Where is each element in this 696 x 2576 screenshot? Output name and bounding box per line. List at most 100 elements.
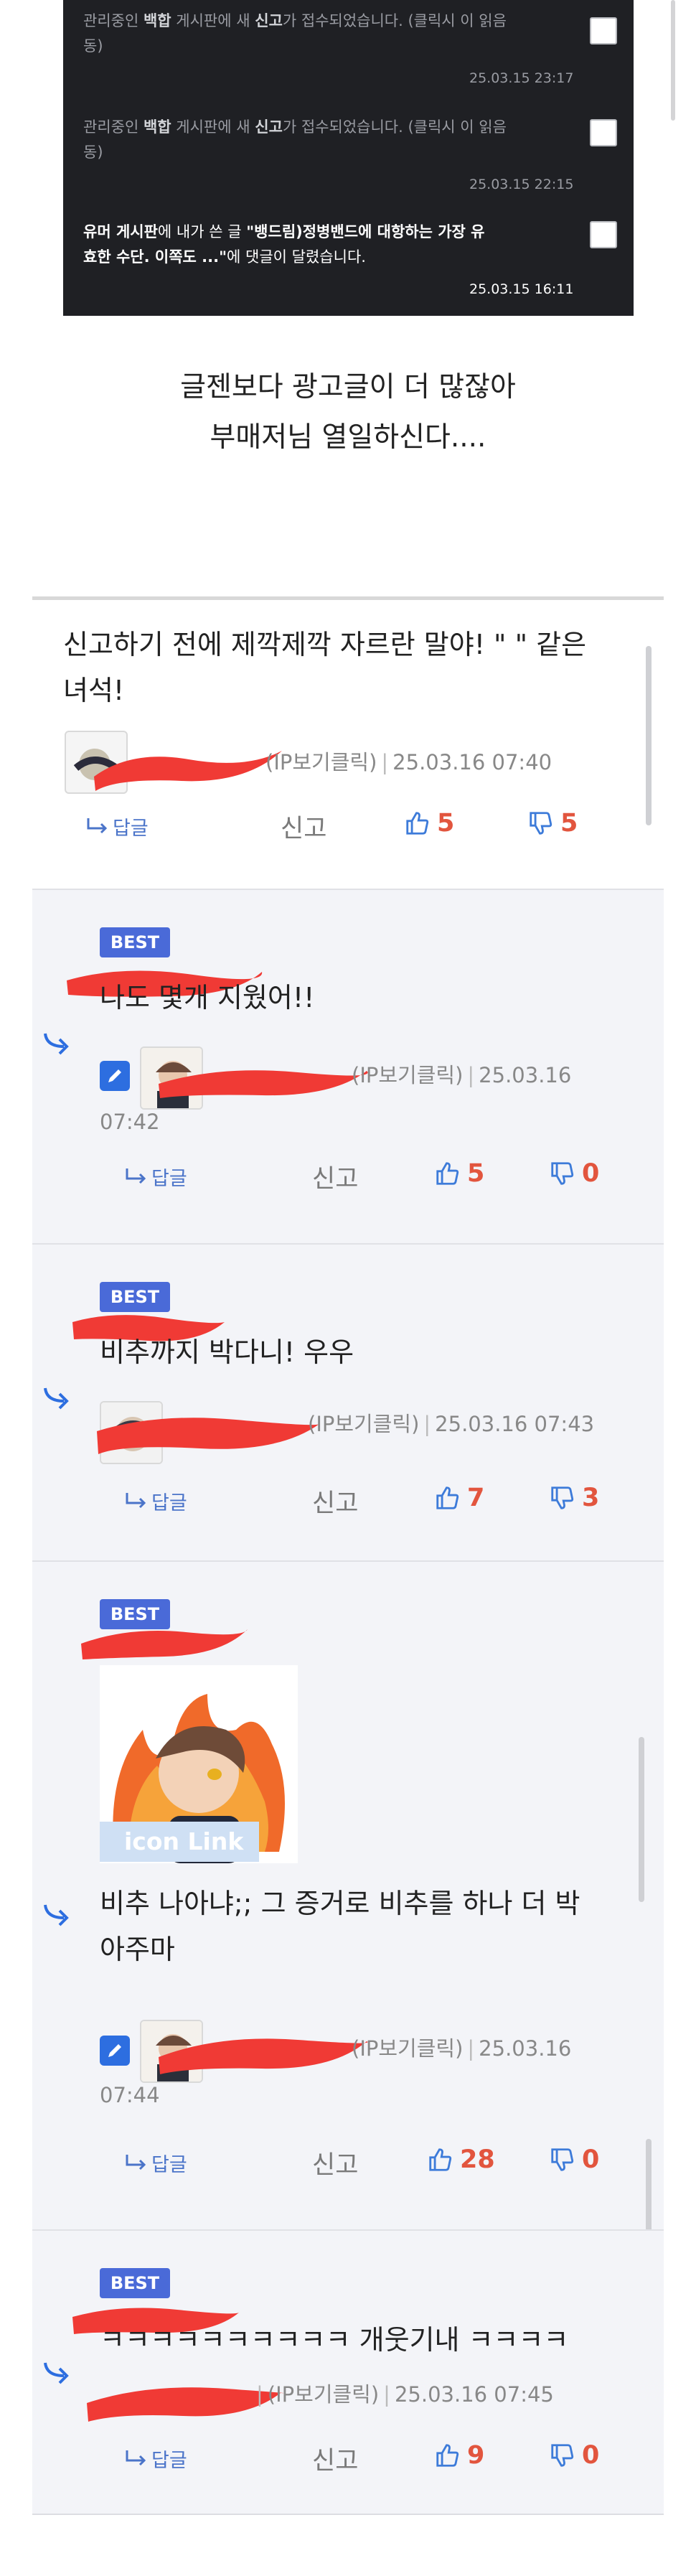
reply-label: 답글 [151, 2154, 187, 2176]
post-text-line: 글젠보다 광고글이 더 많잖아 [180, 371, 516, 403]
reply-arrow-icon [42, 1902, 74, 1928]
comment-text: 신고하기 전에 제깍제깍 자르란 말야! " " 같은 [63, 629, 587, 660]
reply-arrow-icon [87, 818, 108, 833]
comment-time: 07:44 [100, 2083, 160, 2107]
ip-link[interactable]: (IP보기클릭) [308, 1412, 419, 1436]
divider [32, 2514, 664, 2515]
like-count: 28 [460, 2145, 495, 2174]
like-count: 7 [467, 1484, 485, 1512]
redaction-mark [97, 1418, 319, 1454]
dislike-count: 5 [560, 809, 578, 838]
comment-text: ㅋㅋㅋㅋㅋㅋㅋㅋㅋㅋ 개웃기내 ㅋㅋㅋㅋ [100, 2324, 569, 2356]
like-button[interactable]: 7 [434, 1484, 484, 1512]
thumbs-down-icon [551, 1162, 574, 1185]
dislike-button[interactable]: 0 [549, 1159, 599, 1188]
report-button[interactable]: 신고 [312, 2440, 358, 2477]
comment-meta: (IP보기클릭) | 25.03.16 [352, 1063, 572, 1087]
ip-link[interactable]: (IP보기클릭) [352, 1063, 463, 1087]
report-button[interactable]: 신고 [312, 2145, 358, 2181]
like-count: 5 [467, 1159, 485, 1188]
like-count: 5 [437, 809, 455, 838]
dislike-count: 0 [582, 2441, 600, 2470]
icon-link-button[interactable]: icon Link [100, 1822, 259, 1862]
pencil-icon [100, 1061, 130, 1091]
thumbs-up-icon [406, 812, 429, 835]
dislike-button[interactable]: 0 [549, 2145, 599, 2174]
best-comment: BEST icon Link 비추 나아냐;; 그 증거로 비추를 하나 더 박… [32, 1560, 664, 2229]
checkbox-icon[interactable] [590, 17, 617, 45]
best-comment: BEST 나도 몇개 지웠어!! (IP보기클릭) | 25.03.16 07:42… [32, 889, 664, 1243]
dislike-button[interactable]: 5 [527, 809, 578, 838]
report-button[interactable]: 신고 [312, 1158, 358, 1195]
notification-date: 25.03.15 16:11 [469, 281, 574, 297]
checkbox-icon[interactable] [590, 221, 617, 248]
reply-button[interactable]: 답글 [124, 2149, 187, 2177]
like-button[interactable]: 5 [434, 1159, 484, 1188]
report-button[interactable]: 신고 [312, 1483, 358, 1519]
thumbs-down-icon [551, 2148, 574, 2171]
comment-meta: | (IP보기클릭) | 25.03.16 07:45 [256, 2382, 554, 2407]
comment-date: 25.03.16 [479, 1063, 572, 1087]
thumbs-up-icon [436, 1162, 459, 1185]
notification-text: 관리중인 백합 게시판에 새 신고가 접수되었습니다. (클릭시 이 읽음 동) [83, 12, 507, 55]
ip-link[interactable]: (IP보기클릭) [352, 2036, 463, 2061]
comment-meta: (IP보기클릭) | 25.03.16 07:40 [265, 750, 552, 774]
reply-label: 답글 [151, 1168, 187, 1190]
comment-meta: (IP보기클릭) | 25.03.16 [352, 2036, 572, 2061]
comment-date: 25.03.16 07:43 [435, 1412, 595, 1436]
comment-time: 07:42 [100, 1110, 160, 1134]
comment-text: 녀석! [63, 675, 125, 706]
thumbs-down-icon [530, 812, 552, 835]
reply-button[interactable]: 답글 [124, 1487, 187, 1515]
best-comment: BEST ㅋㅋㅋㅋㅋㅋㅋㅋㅋㅋ 개웃기내 ㅋㅋㅋㅋ | (IP보기클릭) | 25.0… [32, 2229, 664, 2514]
thumbs-up-icon [436, 2444, 459, 2467]
thumbs-down-icon [551, 1486, 574, 1509]
thumbs-down-icon [551, 2444, 574, 2467]
comment-meta: (IP보기클릭) | 25.03.16 07:43 [308, 1412, 595, 1436]
dislike-button[interactable]: 3 [549, 1484, 599, 1512]
redaction-mark [81, 1629, 248, 1659]
comment-text: 나도 몇개 지웠어!! [100, 982, 315, 1013]
notification-panel: 관리중인 백합 게시판에 새 신고가 접수되었습니다. (클릭시 이 읽음 동) … [63, 0, 634, 316]
redaction-mark [94, 751, 282, 791]
thumbs-up-icon [436, 1486, 459, 1509]
scrollbar[interactable] [646, 646, 652, 825]
pencil-icon [100, 2036, 130, 2066]
redaction-mark [159, 2038, 368, 2074]
reply-button[interactable]: 답글 [85, 812, 149, 840]
reply-label: 답글 [113, 818, 149, 840]
comment-text: 비추까지 박다니! 우우 [100, 1336, 354, 1368]
best-badge: BEST [100, 2268, 170, 2298]
redaction-mark [159, 1070, 368, 1098]
reply-button[interactable]: 답글 [124, 2445, 187, 2473]
reply-arrow-icon [42, 1031, 74, 1057]
ip-link[interactable]: (IP보기클릭) [268, 2382, 379, 2407]
notification-item[interactable]: 관리중인 백합 게시판에 새 신고가 접수되었습니다. (클릭시 이 읽음 동) … [83, 9, 617, 86]
scrollbar[interactable] [639, 1737, 644, 1902]
like-button[interactable]: 9 [434, 2441, 484, 2470]
report-button[interactable]: 신고 [281, 808, 326, 845]
scrollbar[interactable] [671, 0, 675, 121]
reply-arrow-icon [42, 1385, 74, 1411]
comment-date: 25.03.16 07:40 [392, 750, 552, 774]
comment-text: 비추 나아냐;; 그 증거로 비추를 하나 더 박 [100, 1888, 580, 1919]
reply-button[interactable]: 답글 [124, 1163, 187, 1191]
like-count: 9 [467, 2441, 485, 2470]
reply-arrow-icon [42, 2360, 74, 2386]
best-comment: BEST 비추까지 박다니! 우우 (IP보기클릭) | 25.03.16 07:4… [32, 1243, 664, 1560]
like-button[interactable]: 5 [404, 809, 454, 838]
notification-item[interactable]: 관리중인 백합 게시판에 새 신고가 접수되었습니다. (클릭시 이 읽음 동) … [83, 115, 617, 192]
ip-link[interactable]: (IP보기클릭) [265, 750, 377, 774]
notification-item[interactable]: 유머 게시판에 내가 쓴 글 "뱅드림)정병밴드에 대항하는 가장 유 효한 수단… [83, 220, 617, 297]
reply-arrow-icon [126, 1168, 146, 1184]
comment-date: 25.03.16 [479, 2036, 572, 2061]
dislike-button[interactable]: 0 [549, 2441, 599, 2470]
notification-text: 관리중인 백합 게시판에 새 신고가 접수되었습니다. (클릭시 이 읽음 동) [83, 118, 507, 161]
checkbox-icon[interactable] [590, 119, 617, 146]
reply-arrow-icon [126, 2450, 146, 2465]
dislike-count: 0 [582, 1159, 600, 1188]
post-text-line: 부매저님 열일하신다.... [210, 421, 486, 454]
notification-date: 25.03.15 22:15 [469, 177, 574, 192]
dislike-count: 3 [582, 1484, 600, 1512]
like-button[interactable]: 28 [427, 2145, 495, 2174]
